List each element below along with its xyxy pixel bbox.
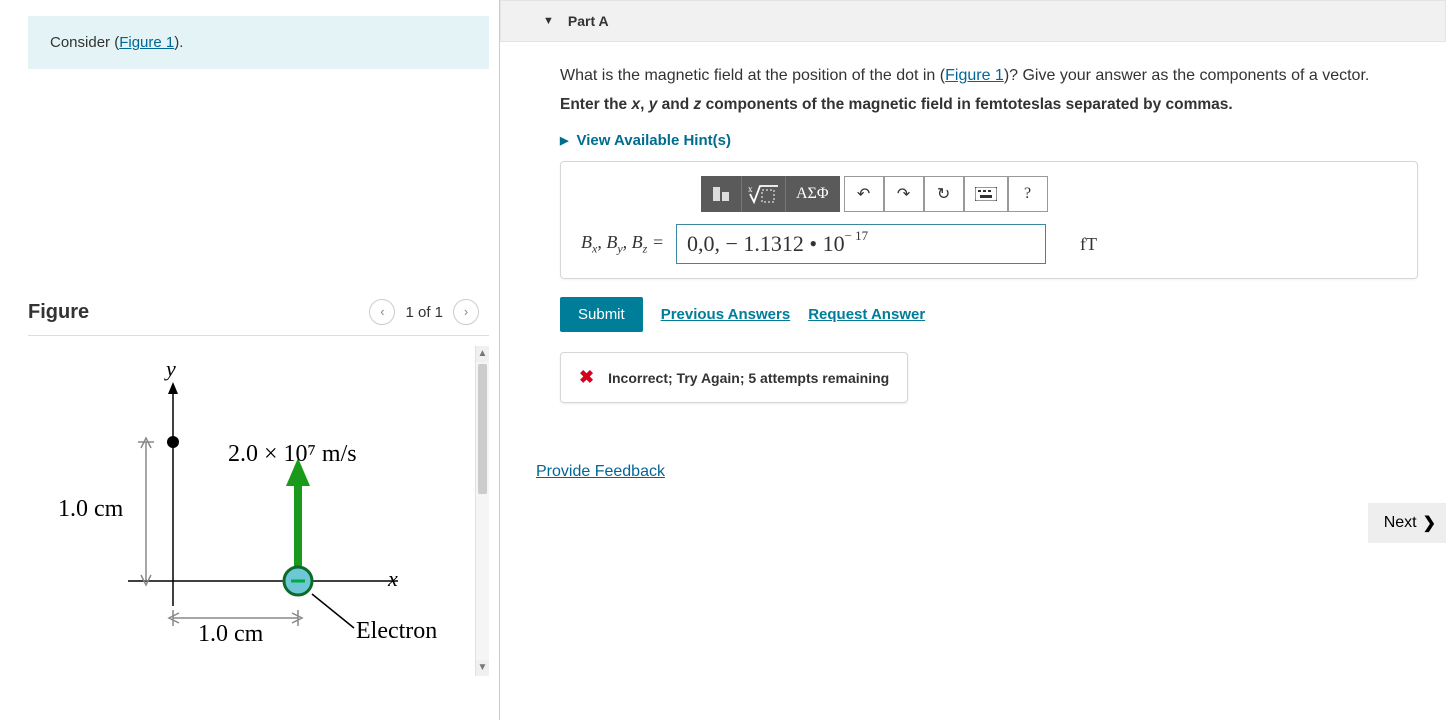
previous-answers-link[interactable]: Previous Answers: [661, 306, 791, 323]
figure-prev-button[interactable]: ‹: [369, 299, 395, 325]
svg-text:x: x: [387, 566, 398, 591]
figure-pager: 1 of 1: [405, 304, 443, 321]
svg-text:1.0 cm: 1.0 cm: [198, 621, 264, 647]
part-a-header[interactable]: ▼ Part A: [500, 0, 1446, 42]
answer-unit: fT: [1080, 234, 1097, 255]
request-answer-link[interactable]: Request Answer: [808, 306, 925, 323]
next-label: Next: [1384, 514, 1417, 532]
var-x: x: [631, 96, 640, 113]
answer-value-main: 0,0, − 1.1312 • 10: [687, 231, 845, 257]
consider-suffix: ).: [174, 34, 183, 51]
scroll-down-icon[interactable]: ▼: [476, 660, 489, 676]
incorrect-icon: ✖: [579, 367, 594, 388]
answer-box: x ΑΣΦ ↶ ↷ ↻ ? Bx, By, Bz =: [560, 161, 1418, 279]
sqrt-tool-button[interactable]: x: [741, 176, 785, 212]
redo-button[interactable]: ↷: [884, 176, 924, 212]
svg-text:y: y: [164, 356, 176, 381]
next-button[interactable]: Next ❯: [1368, 503, 1446, 543]
figure-next-button[interactable]: ›: [453, 299, 479, 325]
part-label: Part A: [568, 13, 609, 29]
question-before: What is the magnetic field at the positi…: [560, 67, 945, 84]
figure-scrollbar[interactable]: ▲ ▼: [475, 346, 489, 676]
sep1: ,: [640, 96, 649, 113]
sep2: and: [657, 96, 693, 113]
svg-text:x: x: [748, 184, 753, 194]
consider-prefix: Consider (: [50, 34, 119, 51]
figure-title: Figure: [28, 301, 89, 324]
submit-button[interactable]: Submit: [560, 297, 643, 332]
template-tool-button[interactable]: [701, 176, 741, 212]
answer-value-exp: − 17: [845, 228, 869, 244]
question-after: )? Give your answer as the components of…: [1004, 67, 1370, 84]
chevron-right-icon: ❯: [1423, 513, 1436, 533]
greek-tool-button[interactable]: ΑΣΦ: [785, 176, 840, 212]
undo-button[interactable]: ↶: [844, 176, 884, 212]
keyboard-button[interactable]: [964, 176, 1008, 212]
fmt-prefix: Enter the: [560, 96, 631, 113]
keyboard-icon: [975, 187, 997, 201]
scroll-up-icon[interactable]: ▲: [476, 346, 489, 362]
expand-icon: ▶: [560, 134, 568, 147]
collapse-icon: ▼: [543, 15, 554, 27]
figure-1-link-q[interactable]: Figure 1: [945, 67, 1004, 84]
view-hints-toggle[interactable]: ▶ View Available Hint(s): [560, 132, 1418, 149]
svg-text:1.0 cm: 1.0 cm: [58, 496, 124, 522]
help-button[interactable]: ?: [1008, 176, 1048, 212]
provide-feedback-link[interactable]: Provide Feedback: [500, 423, 665, 481]
answer-variable-label: Bx, By, Bz =: [581, 232, 664, 257]
consider-box: Consider (Figure 1).: [28, 16, 489, 69]
feedback-text: Incorrect; Try Again; 5 attempts remaini…: [608, 370, 889, 386]
reset-button[interactable]: ↻: [924, 176, 964, 212]
figure-1-link[interactable]: Figure 1: [119, 34, 174, 51]
feedback-box: ✖ Incorrect; Try Again; 5 attempts remai…: [560, 352, 908, 403]
hints-label: View Available Hint(s): [576, 132, 731, 149]
answer-input[interactable]: 0,0, − 1.1312 • 10 − 17: [676, 224, 1046, 264]
scroll-thumb[interactable]: [478, 364, 487, 494]
format-instructions: Enter the x, y and z components of the m…: [560, 96, 1418, 114]
figure-image: y x 1.0 cm 1.0 cm: [28, 346, 475, 676]
svg-text:2.0 × 10⁷ m/s: 2.0 × 10⁷ m/s: [228, 441, 357, 467]
fmt-suffix: components of the magnetic field in femt…: [701, 96, 1232, 113]
question-text: What is the magnetic field at the positi…: [560, 64, 1418, 88]
svg-text:Electron: Electron: [356, 618, 437, 644]
